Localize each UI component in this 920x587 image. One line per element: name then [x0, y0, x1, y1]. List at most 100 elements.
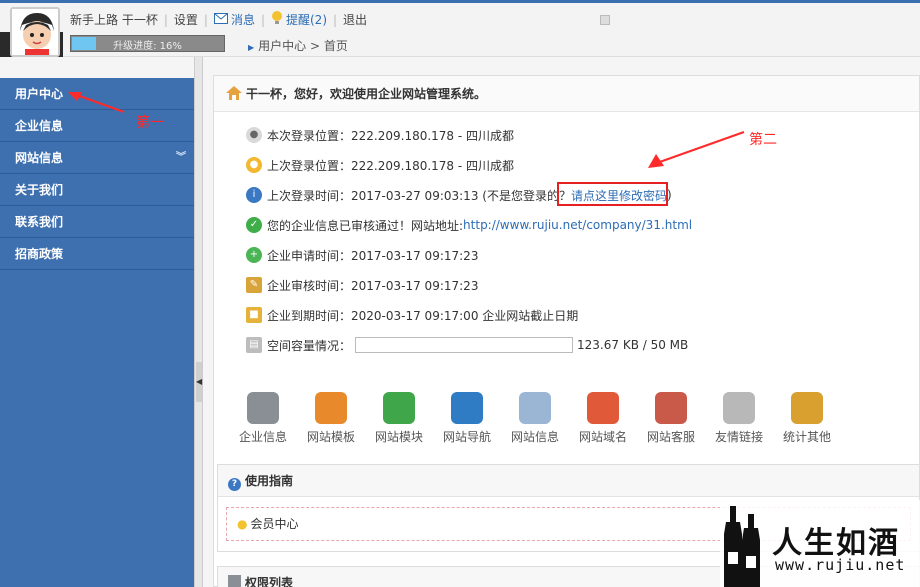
wine-bottle-logo-icon — [724, 506, 760, 587]
apply-time-row: + 企业申请时间：2017-03-17 09:17:23 — [246, 246, 478, 264]
home-icon — [226, 78, 242, 114]
database-icon: ▤ — [246, 337, 262, 353]
shortcut-item[interactable]: 网站域名 — [572, 392, 634, 445]
shortcut-icon — [315, 392, 347, 424]
collapse-arrow-icon[interactable]: ◀ — [196, 362, 202, 402]
shortcut-grid: 企业信息 网站模板 网站模块 网站导航 网站信息 网站域名 网站客服 友情链接 统计其他 — [232, 392, 912, 452]
space-usage-bar — [355, 337, 574, 353]
shortcut-item[interactable]: 网站客服 — [640, 392, 702, 445]
sidebar-item-contact-us[interactable]: 联系我们 — [0, 206, 194, 238]
avatar[interactable] — [10, 7, 60, 57]
company-verified-row: ✓ 您的企业信息已审核通过！网站地址: http://www.rujiu.net… — [246, 216, 692, 234]
header-links: 新手上路 干一杯 | 设置 | 消息 | 提醒(2) | 退出 — [70, 11, 367, 28]
member-center-link[interactable]: 会员中心 — [250, 517, 298, 531]
sidebar-item-label: 企业信息 — [15, 119, 64, 133]
window-square-icon — [600, 15, 610, 25]
brand-watermark: 人生如酒 www.rujiu.net — [720, 500, 920, 587]
reminders-link[interactable]: 提醒(2) — [286, 11, 327, 28]
welcome-text: 干一杯，您好，欢迎使用企业网站管理系统。 — [246, 87, 487, 101]
sidebar-item-label: 招商政策 — [15, 247, 64, 261]
divider: | — [333, 12, 338, 27]
company-url-link[interactable]: http://www.rujiu.net/company/31.html — [463, 218, 692, 232]
permissions-title: 权限列表 — [245, 576, 294, 587]
shortcut-label: 网站导航 — [442, 430, 491, 444]
shortcut-item[interactable]: 统计其他 — [776, 392, 838, 445]
settings-link[interactable]: 设置 — [174, 11, 198, 28]
apply-time-text: 企业申请时间：2017-03-17 09:17:23 — [267, 248, 479, 263]
breadcrumb: ▶ 用户中心 > 首页 — [248, 37, 348, 54]
current-login-row: ● 本次登录位置：222.209.180.178 - 四川成都 — [246, 126, 514, 144]
shortcut-icon — [587, 392, 619, 424]
plus-icon: + — [246, 247, 262, 263]
check-icon: ✓ — [246, 217, 262, 233]
annotation-arrow-2-icon — [648, 131, 745, 168]
sidebar-item-label: 关于我们 — [15, 183, 64, 197]
sidebar-item-label: 联系我们 — [15, 215, 64, 229]
username[interactable]: 新手上路 干一杯 — [70, 11, 158, 28]
shortcut-icon — [791, 392, 823, 424]
shortcut-icon — [383, 392, 415, 424]
breadcrumb-item[interactable]: 首页 — [324, 39, 348, 53]
breadcrumb-arrow-icon: ▶ — [248, 43, 255, 52]
chevron-down-icon: ︾ — [176, 152, 186, 163]
sidebar-item-about-us[interactable]: 关于我们 — [0, 174, 194, 206]
sidebar-splitter[interactable]: ◀ — [194, 57, 203, 587]
annotation-arrow-1-icon — [68, 92, 125, 113]
current-login-text: 本次登录位置：222.209.180.178 - 四川成都 — [267, 128, 515, 143]
shortcut-icon — [451, 392, 483, 424]
welcome-banner: 干一杯，您好，欢迎使用企业网站管理系统。 — [214, 76, 919, 112]
review-time-text: 企业审核时间：2017-03-17 09:17:23 — [267, 278, 479, 293]
shortcut-item[interactable]: 友情链接 — [708, 392, 770, 445]
breadcrumb-item[interactable]: 用户中心 — [258, 39, 306, 53]
edit-icon: ✎ — [246, 277, 262, 293]
shortcut-item[interactable]: 网站导航 — [436, 392, 498, 445]
space-usage-row: ▤ 空间容量情况： 123.67 KB / 50 MB — [246, 336, 688, 354]
top-bar: 新手上路 干一杯 | 设置 | 消息 | 提醒(2) | 退出 升级进度: 16… — [0, 0, 920, 57]
shortcut-icon — [723, 392, 755, 424]
avatar-face-icon — [12, 9, 58, 55]
info-icon: i — [246, 187, 262, 203]
usage-guide-title: 使用指南 — [245, 474, 294, 488]
help-icon: ? — [228, 478, 241, 491]
upgrade-progress-bar: 升级进度: 16% — [70, 35, 225, 52]
shortcut-item[interactable]: 网站模块 — [368, 392, 430, 445]
shortcut-label: 网站域名 — [578, 430, 627, 444]
bulb-icon: ● — [237, 517, 248, 531]
usage-guide-header: ? 使用指南 — [218, 465, 919, 497]
expire-time-row: ■ 企业到期时间：2020-03-17 09:17:00 企业网站截止日期 — [246, 306, 578, 324]
shortcut-label: 企业信息 — [238, 430, 287, 444]
shortcut-icon — [519, 392, 551, 424]
divider: | — [203, 12, 208, 27]
sidebar-item-investment-policy[interactable]: 招商政策 — [0, 238, 194, 270]
shortcut-label: 网站客服 — [646, 430, 695, 444]
space-label: 空间容量情况： — [267, 338, 352, 353]
annotation-highlight-box — [557, 182, 668, 206]
mail-icon — [213, 12, 228, 27]
shortcut-icon — [247, 392, 279, 424]
logout-link[interactable]: 退出 — [343, 11, 367, 28]
shortcut-item[interactable]: 网站模板 — [300, 392, 362, 445]
progress-label: 升级进度: 16% — [113, 41, 182, 52]
expire-time-text: 企业到期时间：2020-03-17 09:17:00 企业网站截止日期 — [267, 308, 579, 323]
sidebar-item-label: 用户中心 — [15, 87, 64, 101]
list-icon — [228, 575, 241, 587]
shortcut-label: 网站模块 — [374, 430, 423, 444]
shortcut-item[interactable]: 企业信息 — [232, 392, 294, 445]
sidebar: 用户中心 企业信息 网站信息 ︾ 关于我们 联系我们 招商政策 — [0, 78, 194, 587]
review-time-row: ✎ 企业审核时间：2017-03-17 09:17:23 — [246, 276, 478, 294]
brand-url: www.rujiu.net — [775, 556, 906, 574]
last-login-text: 上次登录位置：222.209.180.178 - 四川成都 — [267, 158, 515, 173]
bulb-on-icon: ● — [246, 157, 262, 173]
shortcut-item[interactable]: 网站信息 — [504, 392, 566, 445]
messages-link[interactable]: 消息 — [231, 11, 255, 28]
sidebar-item-label: 网站信息 — [15, 151, 64, 165]
company-verified-text: 您的企业信息已审核通过！网站地址: — [267, 218, 464, 233]
shortcut-label: 友情链接 — [714, 430, 763, 444]
shortcut-label: 统计其他 — [782, 430, 831, 444]
sidebar-item-site-info[interactable]: 网站信息 ︾ — [0, 142, 194, 174]
top-strip — [0, 0, 920, 3]
shortcut-icon — [655, 392, 687, 424]
lock-icon: ■ — [246, 307, 262, 323]
bulb-icon: ● — [246, 127, 262, 143]
bulb-icon — [271, 11, 283, 28]
